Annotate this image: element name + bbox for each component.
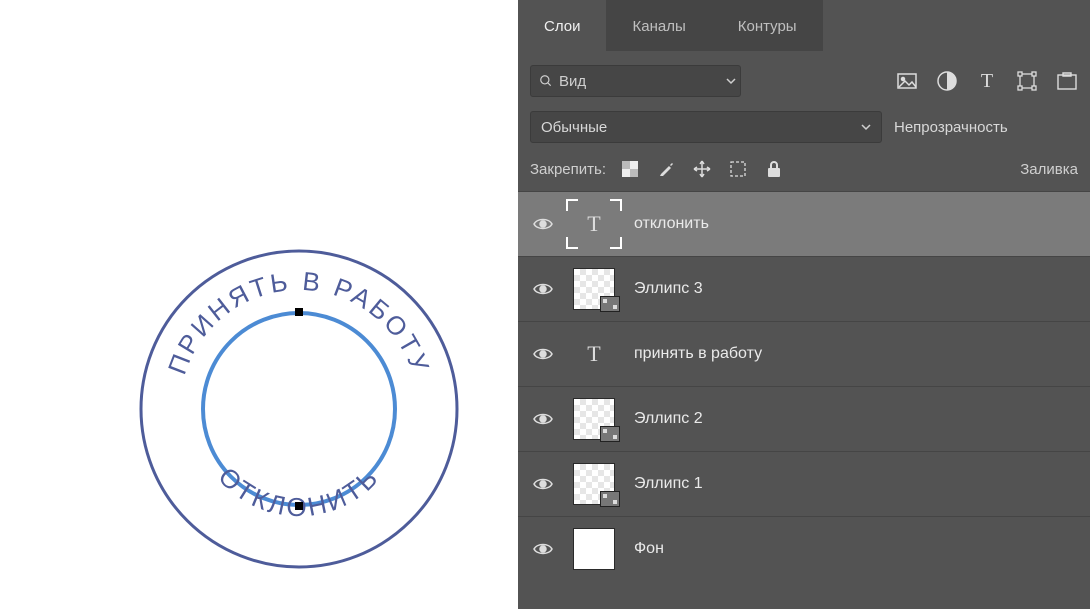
visibility-toggle[interactable] [532, 347, 554, 361]
filter-image-icon[interactable] [896, 70, 918, 92]
layer-filter-label: Вид [559, 73, 586, 90]
layer-row[interactable]: Эллипс 1 [518, 451, 1090, 516]
path-anchor-top[interactable] [295, 308, 303, 316]
svg-text:ОТКЛОНИТЬ: ОТКЛОНИТЬ [213, 461, 386, 522]
tab-channels[interactable]: Каналы [606, 0, 711, 51]
layer-row[interactable]: Эллипс 3 [518, 256, 1090, 321]
filter-text-icon[interactable]: T [976, 70, 998, 92]
visibility-toggle[interactable] [532, 217, 554, 231]
lock-row: Закрепить: Заливка [518, 153, 1090, 191]
filter-adjust-icon[interactable] [936, 70, 958, 92]
fill-label[interactable]: Заливка [1020, 161, 1078, 178]
visibility-toggle[interactable] [532, 282, 554, 296]
filter-dropdown-button[interactable] [722, 65, 741, 97]
layer-filter-row: Вид T [518, 51, 1090, 105]
layer-list: Tотклонить Эллипс 3 Tпринять в работу Эллип… [518, 191, 1090, 609]
layer-row[interactable]: Tотклонить [518, 191, 1090, 256]
chevron-down-icon [726, 76, 736, 86]
blend-mode-value: Обычные [541, 119, 607, 136]
layer-name[interactable]: Эллипс 1 [634, 475, 703, 493]
visibility-toggle[interactable] [532, 412, 554, 426]
tab-paths[interactable]: Контуры [712, 0, 823, 51]
visibility-toggle[interactable] [532, 477, 554, 491]
search-icon [539, 74, 553, 88]
chevron-down-icon [861, 122, 871, 132]
blend-mode-row: Обычные Непрозрачность [518, 105, 1090, 153]
opacity-label[interactable]: Непрозрачность [894, 119, 1008, 136]
path-anchor-bottom[interactable] [295, 502, 303, 510]
filter-shape-icon[interactable] [1016, 70, 1038, 92]
tab-layers[interactable]: Слои [518, 0, 606, 51]
layer-name[interactable]: Эллипс 2 [634, 410, 703, 428]
layer-filter-select[interactable]: Вид [530, 65, 726, 97]
layer-name[interactable]: Фон [634, 540, 664, 558]
filter-smart-icon[interactable] [1056, 70, 1078, 92]
layer-row[interactable]: Фон [518, 516, 1090, 581]
stamp-bottom-text: ОТКЛОНИТЬ [213, 461, 386, 522]
layers-panel: Слои Каналы Контуры Вид T Обычные Непроз… [518, 0, 1090, 609]
layer-row[interactable]: Эллипс 2 [518, 386, 1090, 451]
visibility-toggle[interactable] [532, 542, 554, 556]
lock-label: Закрепить: [530, 161, 606, 178]
lock-artboard-icon[interactable] [728, 159, 748, 179]
lock-transparent-icon[interactable] [620, 159, 640, 179]
layer-name[interactable]: Эллипс 3 [634, 280, 703, 298]
blend-mode-select[interactable]: Обычные [530, 111, 882, 143]
canvas-area[interactable]: ПРИНЯТЬ В РАБОТУ ОТКЛОНИТЬ [0, 0, 518, 609]
layer-name[interactable]: отклонить [634, 215, 709, 233]
stamp-artwork: ПРИНЯТЬ В РАБОТУ ОТКЛОНИТЬ [134, 244, 464, 574]
panel-tabs: Слои Каналы Контуры [518, 0, 1090, 51]
layer-name[interactable]: принять в работу [634, 345, 762, 363]
lock-pixels-icon[interactable] [656, 159, 676, 179]
lock-all-icon[interactable] [764, 159, 784, 179]
layer-row[interactable]: Tпринять в работу [518, 321, 1090, 386]
lock-position-icon[interactable] [692, 159, 712, 179]
